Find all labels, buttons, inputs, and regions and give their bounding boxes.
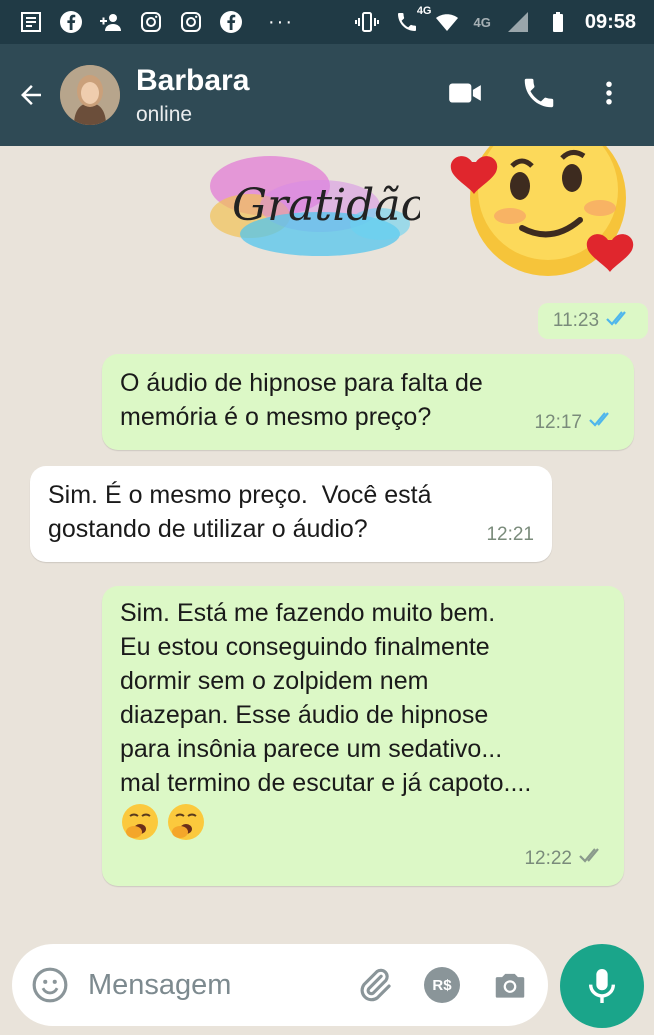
status-bar: ··· 4G 4G 09:58 bbox=[0, 0, 654, 44]
attach-button[interactable] bbox=[354, 965, 394, 1005]
avatar[interactable] bbox=[60, 65, 120, 125]
payment-button[interactable]: R$ bbox=[424, 967, 460, 1003]
chat-header: Barbara online bbox=[0, 44, 654, 146]
instagram-icon bbox=[138, 9, 164, 35]
chat-area: Gratidão 11:23 O áudio de hipnose para f… bbox=[0, 120, 654, 936]
mobile-network-label: 4G bbox=[473, 14, 491, 30]
microphone-icon bbox=[588, 969, 616, 1003]
add-contact-icon bbox=[98, 9, 124, 35]
signal-icon bbox=[505, 9, 531, 35]
sticker-timestamp: 11:23 bbox=[538, 303, 648, 339]
message-bubble-incoming[interactable]: Sim. É o mesmo preço. Você está gostando… bbox=[30, 466, 552, 562]
voice-message-button[interactable] bbox=[560, 944, 644, 1028]
emoji-button[interactable] bbox=[30, 965, 70, 1005]
clock: 09:58 bbox=[584, 10, 636, 33]
message-meta: 12:21 bbox=[486, 518, 534, 552]
message-meta: 12:22 bbox=[524, 842, 606, 876]
message-time: 11:23 bbox=[552, 310, 600, 331]
voice-call-button[interactable] bbox=[520, 74, 558, 117]
wifi-icon bbox=[434, 9, 460, 35]
message-input[interactable] bbox=[88, 968, 318, 1002]
network-type-label: 4G bbox=[416, 5, 432, 17]
voice-call-icon bbox=[524, 78, 554, 107]
message-bubble-outgoing[interactable]: Sim. Está me fazendo muito bem. Eu estou… bbox=[102, 586, 624, 886]
message-time: 12:17 bbox=[534, 412, 582, 433]
delivered-receipt-icon bbox=[578, 842, 606, 876]
yawning-face-icon bbox=[168, 804, 204, 840]
video-call-icon bbox=[449, 83, 481, 102]
yawning-face-icon bbox=[122, 804, 158, 840]
emoji-icon bbox=[32, 967, 68, 1003]
more-notifications-indicator: ··· bbox=[268, 10, 294, 33]
instagram-icon bbox=[178, 9, 204, 35]
message-meta: 12:17 bbox=[534, 406, 616, 440]
read-receipt-icon bbox=[588, 406, 616, 440]
contact-info[interactable]: Barbara online bbox=[136, 63, 249, 127]
message-bubble-outgoing[interactable]: O áudio de hipnose para falta de memória… bbox=[102, 354, 634, 450]
camera-button[interactable] bbox=[490, 965, 530, 1005]
read-receipt-icon bbox=[605, 309, 633, 333]
paperclip-icon bbox=[360, 968, 391, 1002]
message-composer: R$ bbox=[12, 944, 548, 1026]
emoji-row bbox=[120, 802, 606, 842]
message-text-line: Eu estou conseguindo finalmente bbox=[120, 633, 490, 661]
back-button[interactable] bbox=[8, 65, 54, 125]
sticker-smiling-face-with-hearts[interactable] bbox=[450, 120, 640, 286]
message-text-line: gostando de utilizar o áudio? bbox=[48, 515, 368, 543]
message-text-line: Sim. Está me fazendo muito bem. bbox=[120, 599, 496, 627]
wifi-calling-icon: 4G bbox=[394, 5, 432, 35]
message-time: 12:21 bbox=[486, 524, 534, 545]
sticker-gratidao[interactable]: Gratidão bbox=[210, 146, 427, 266]
message-text-line: Sim. É o mesmo preço. Você está bbox=[48, 481, 432, 509]
sticker-text: Gratidão bbox=[232, 180, 420, 231]
arrow-left-icon bbox=[21, 85, 41, 105]
message-text-line: dormir sem o zolpidem nem bbox=[120, 667, 429, 695]
more-options-icon bbox=[606, 81, 612, 104]
message-text-line: mal termino de escutar e já capoto.... bbox=[120, 769, 532, 797]
battery-icon bbox=[545, 9, 571, 35]
more-options-button[interactable] bbox=[594, 74, 624, 117]
message-time: 12:22 bbox=[524, 848, 572, 869]
message-text-line: diazepan. Esse áudio de hipnose bbox=[120, 701, 489, 729]
message-text-line: para insônia parece um sedativo... bbox=[120, 735, 503, 763]
contact-status: online bbox=[136, 103, 193, 126]
message-text-line: O áudio de hipnose para falta de bbox=[120, 369, 483, 397]
facebook-icon bbox=[218, 9, 244, 35]
facebook-icon bbox=[58, 9, 84, 35]
camera-icon bbox=[495, 973, 525, 998]
contact-name: Barbara bbox=[136, 64, 250, 97]
notes-icon bbox=[18, 9, 44, 35]
vibrate-icon bbox=[354, 9, 380, 35]
video-call-button[interactable] bbox=[446, 74, 484, 117]
